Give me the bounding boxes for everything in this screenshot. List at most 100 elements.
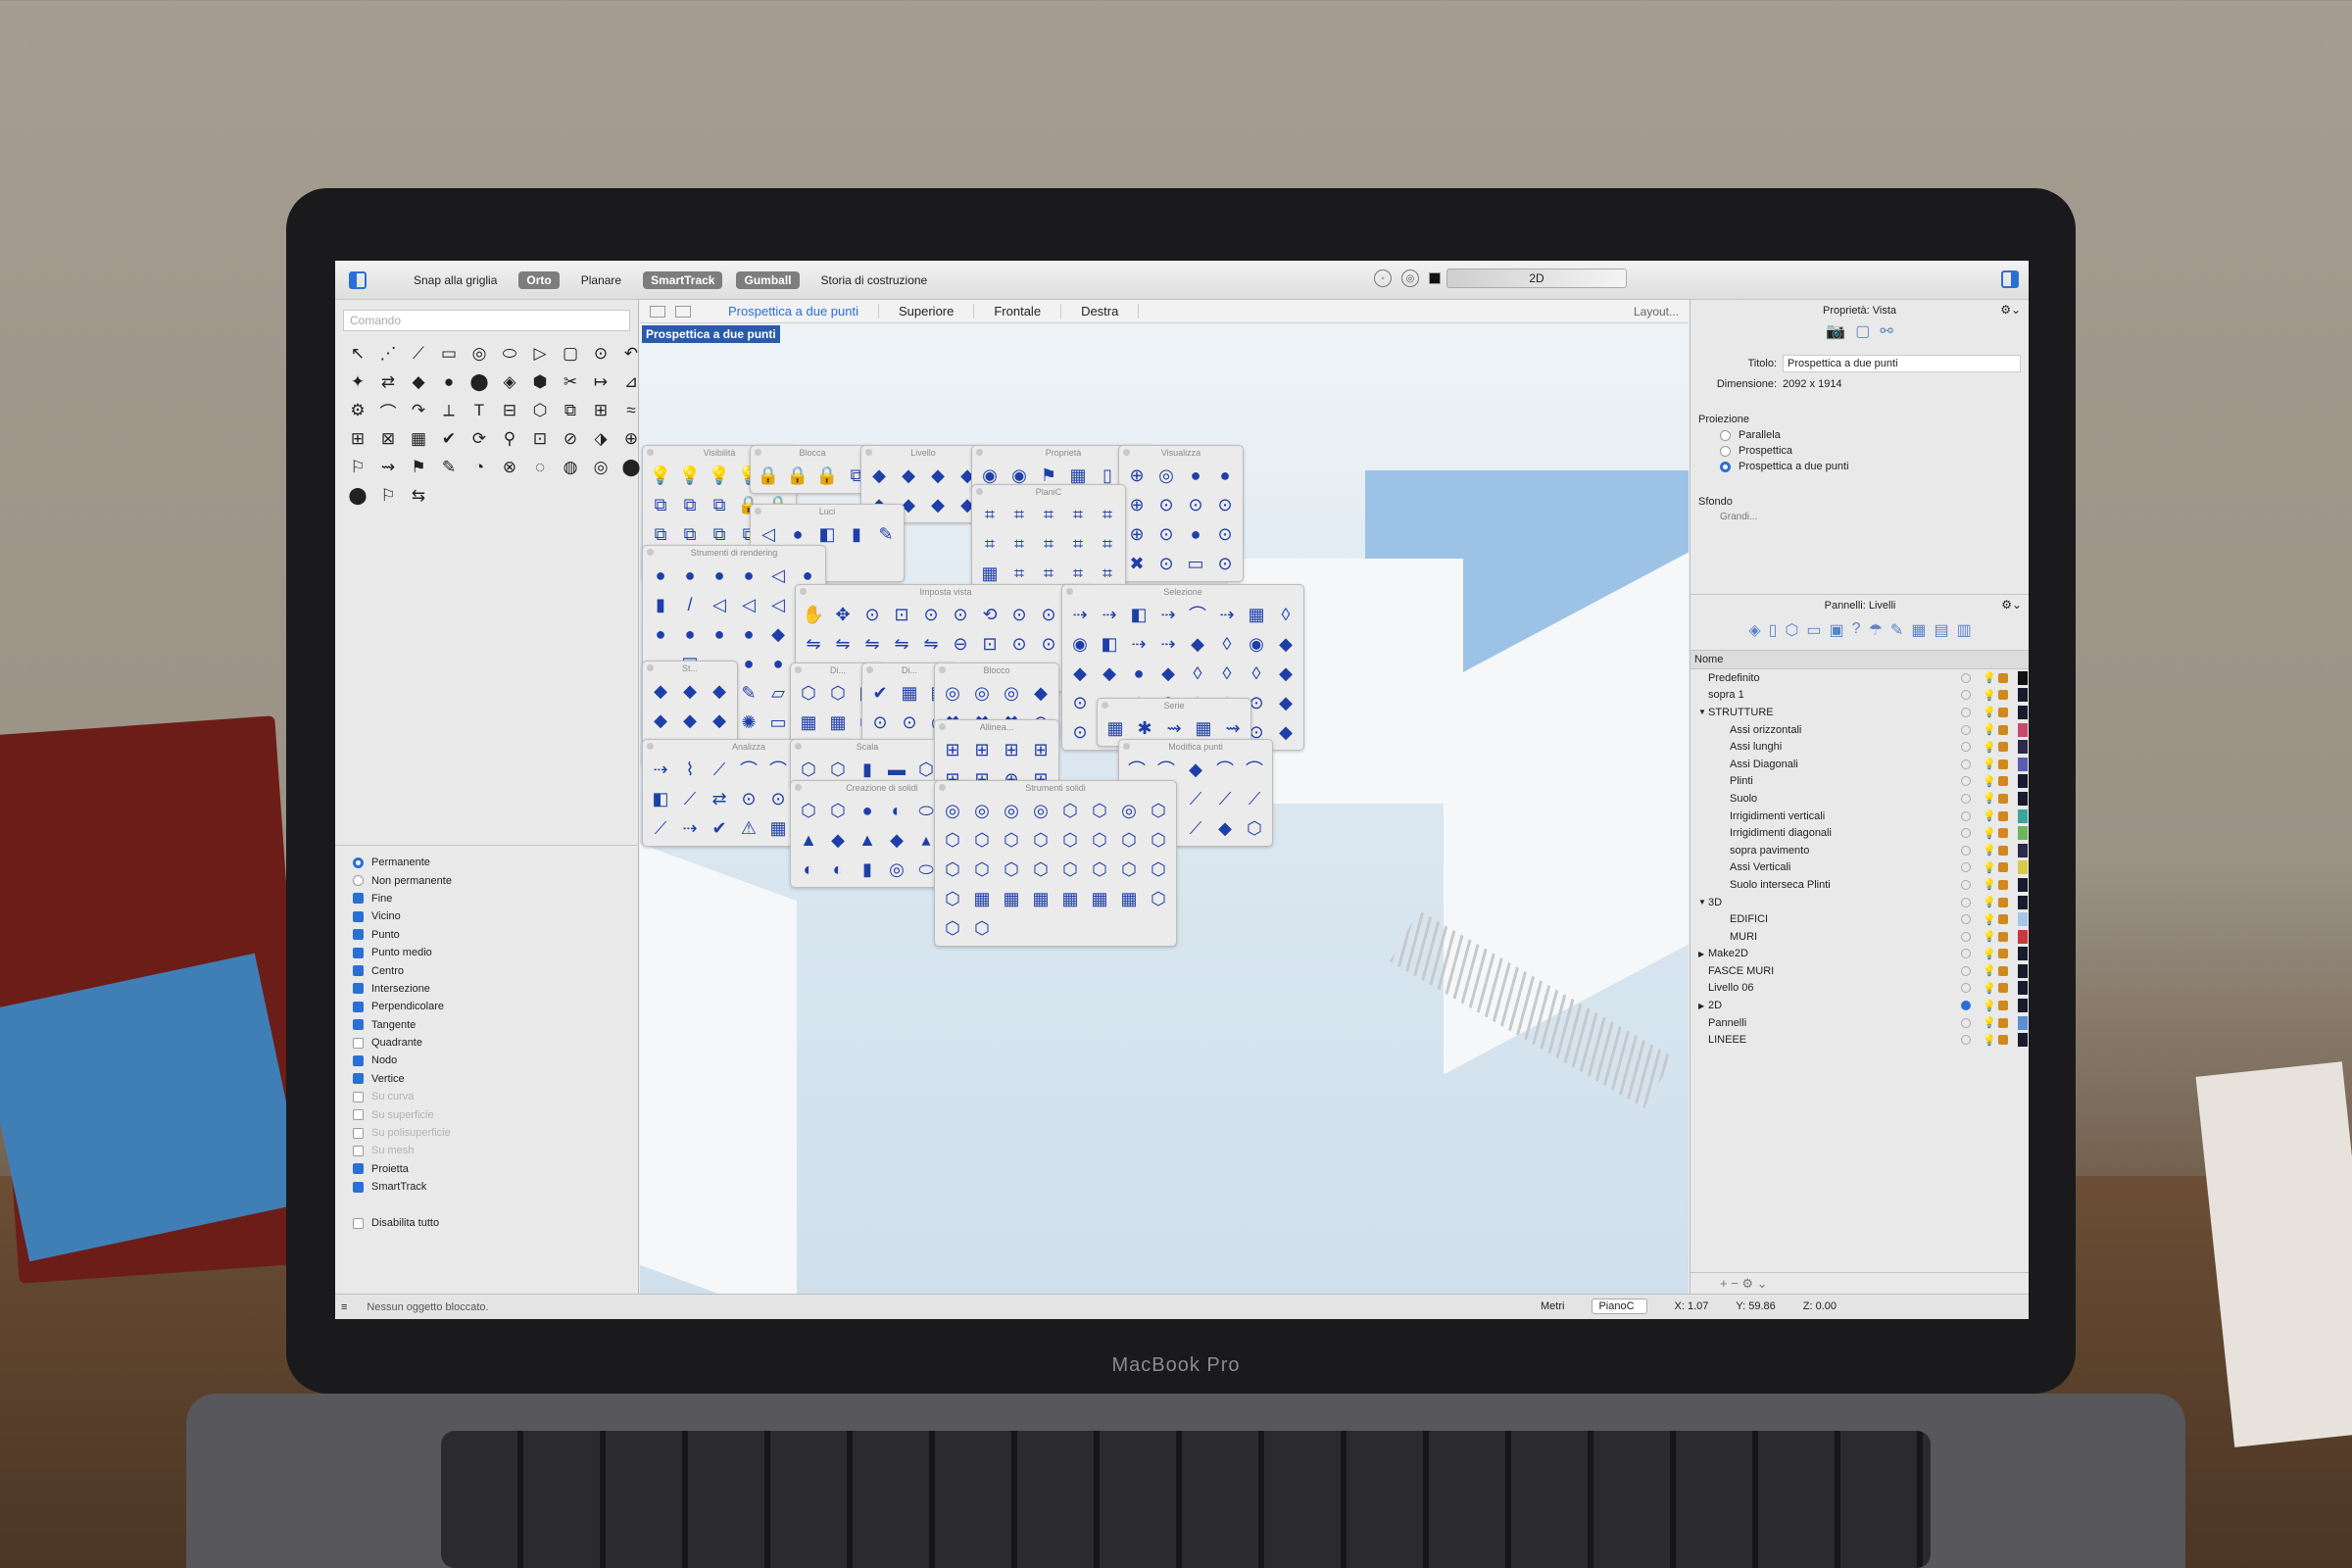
palette-tool-icon[interactable]: ⊙ bbox=[735, 785, 762, 812]
lock-icon[interactable] bbox=[1998, 742, 2008, 753]
palette-tool-icon[interactable]: ◊ bbox=[1184, 660, 1211, 687]
palette-tool-icon[interactable]: ⊖ bbox=[947, 630, 974, 658]
grid-view-icon[interactable] bbox=[650, 305, 665, 318]
tool-icon[interactable]: ↷ bbox=[406, 398, 431, 423]
tool-icon[interactable]: ⊟ bbox=[497, 398, 522, 423]
palette-tool-icon[interactable]: ⊕ bbox=[1123, 491, 1151, 518]
background-value[interactable]: Grandi... bbox=[1720, 512, 2029, 522]
lock-icon[interactable] bbox=[1998, 672, 2008, 683]
palette-tool-icon[interactable]: ⇢ bbox=[1154, 601, 1182, 628]
palette-tool-icon[interactable]: ▦ bbox=[1190, 714, 1217, 742]
layer-row[interactable]: Assi Verticali 💡 bbox=[1690, 859, 2029, 877]
current-layer-icon[interactable] bbox=[1961, 776, 1971, 787]
palette-tool-icon[interactable]: ◆ bbox=[924, 462, 952, 489]
palette-tool-icon[interactable]: ⬡ bbox=[1115, 856, 1143, 883]
gear-icon[interactable]: ⚙⌄ bbox=[2000, 303, 2021, 317]
palette-tool-icon[interactable]: ▦ bbox=[795, 709, 822, 736]
palette-tool-icon[interactable]: ⊙ bbox=[947, 601, 974, 628]
tool-icon[interactable]: ⬗ bbox=[588, 426, 613, 452]
palette-tool-icon[interactable]: ⇢ bbox=[1125, 630, 1152, 658]
palette-tool-icon[interactable]: ⇋ bbox=[800, 630, 827, 658]
lightbulb-icon[interactable]: 💡 bbox=[1983, 689, 1998, 702]
palette-tool-icon[interactable]: ⊞ bbox=[968, 736, 996, 763]
palette-tool-icon[interactable]: ▲ bbox=[854, 826, 881, 854]
layer-color-swatch[interactable] bbox=[2018, 912, 2028, 927]
tool-icon[interactable]: ⇝ bbox=[375, 455, 401, 480]
current-layer-icon[interactable] bbox=[1961, 828, 1971, 839]
palette-tool-icon[interactable]: ⬡ bbox=[968, 914, 996, 942]
palette-tool-icon[interactable]: ▭ bbox=[764, 709, 792, 736]
current-layer-icon[interactable] bbox=[1961, 690, 1971, 701]
current-layer-icon[interactable] bbox=[1961, 793, 1971, 804]
palette-tool-icon[interactable]: ⊞ bbox=[939, 736, 966, 763]
checkbox[interactable] bbox=[353, 1054, 364, 1066]
layer-row[interactable]: Predefinito 💡 bbox=[1690, 669, 2029, 687]
checkbox[interactable] bbox=[353, 1091, 364, 1102]
lightbulb-icon[interactable]: 💡 bbox=[1983, 758, 1998, 770]
tool-icon[interactable]: ⬤ bbox=[466, 369, 492, 395]
current-layer-icon[interactable] bbox=[1961, 810, 1971, 821]
palette-tool-icon[interactable]: ⟋ bbox=[706, 756, 733, 783]
lock-icon[interactable] bbox=[1998, 914, 2008, 925]
palette-tool-icon[interactable]: ⬡ bbox=[1145, 826, 1172, 854]
osnap-option[interactable]: Quadrante bbox=[353, 1034, 639, 1052]
osnap-option[interactable]: Proietta bbox=[353, 1160, 639, 1178]
palette-tool-icon[interactable]: ⬡ bbox=[824, 797, 852, 824]
palette-title[interactable]: St... bbox=[643, 662, 737, 675]
lightbulb-icon[interactable]: 💡 bbox=[1983, 741, 1998, 754]
palette-tool-icon[interactable]: ⌇ bbox=[676, 756, 704, 783]
current-layer-icon[interactable] bbox=[1961, 1017, 1971, 1028]
tool-icon[interactable]: ▦ bbox=[406, 426, 431, 452]
palette-tool-icon[interactable]: ⬡ bbox=[824, 679, 852, 707]
tool-icon[interactable]: ⬤ bbox=[345, 483, 370, 509]
palette-tool-icon[interactable]: ⇢ bbox=[1213, 601, 1241, 628]
palette-tool-icon[interactable]: ⬡ bbox=[1145, 797, 1172, 824]
palette-tool-icon[interactable]: ⌒ bbox=[764, 756, 792, 783]
display-icon[interactable]: ▣ bbox=[1830, 620, 1844, 640]
lightbulb-icon[interactable]: 💡 bbox=[1983, 671, 1998, 684]
palette-tool-icon[interactable]: ⬡ bbox=[998, 856, 1025, 883]
layer-color-swatch[interactable] bbox=[2018, 705, 2028, 719]
palette-title[interactable]: Modifica punti bbox=[1119, 740, 1272, 754]
palette-tool-icon[interactable]: ⊡ bbox=[976, 630, 1004, 658]
tool-icon[interactable]: ⊙ bbox=[588, 341, 613, 367]
palette-tool-icon[interactable]: ◆ bbox=[1272, 718, 1299, 746]
tool-icon[interactable]: ⇆ bbox=[406, 483, 431, 509]
current-layer-icon[interactable] bbox=[1961, 914, 1971, 925]
palette-tool-icon[interactable]: ◆ bbox=[1272, 660, 1299, 687]
palette-title[interactable]: Luci bbox=[751, 505, 904, 518]
lock-icon[interactable] bbox=[1998, 1035, 2008, 1046]
tool-icon[interactable]: ▢ bbox=[558, 341, 583, 367]
palette-tool-icon[interactable]: ● bbox=[676, 562, 704, 589]
palette-tool-icon[interactable]: ◆ bbox=[883, 826, 910, 854]
layer-color-swatch[interactable] bbox=[2018, 722, 2028, 737]
camera-icon[interactable]: 📷 bbox=[1826, 321, 1845, 341]
palette-tool-icon[interactable]: ▮ bbox=[843, 520, 870, 548]
current-layer-icon[interactable] bbox=[1961, 742, 1971, 753]
lock-icon[interactable] bbox=[1998, 759, 2008, 769]
layer-row[interactable]: Irrigidimenti verticali 💡 bbox=[1690, 808, 2029, 825]
current-layer-icon[interactable] bbox=[1961, 672, 1971, 683]
layer-color-swatch[interactable] bbox=[1429, 272, 1441, 284]
page-icon[interactable]: ▭ bbox=[1806, 620, 1821, 640]
current-layer-icon[interactable] bbox=[1961, 724, 1971, 735]
layers-footer[interactable]: + − ⚙ ⌄ bbox=[1690, 1272, 2029, 1294]
palette-tool-icon[interactable]: ⌒ bbox=[1152, 756, 1180, 783]
lightbulb-icon[interactable]: 💡 bbox=[1983, 964, 1998, 977]
layer-row[interactable]: LINEEE 💡 bbox=[1690, 1031, 2029, 1049]
palette-tool-icon[interactable]: ● bbox=[764, 650, 792, 677]
palette-tool-icon[interactable]: ⟋ bbox=[1182, 814, 1209, 842]
palette-tool-icon[interactable]: ▦ bbox=[764, 814, 792, 842]
help-icon[interactable]: ? bbox=[1852, 620, 1861, 640]
checkbox[interactable] bbox=[353, 1073, 364, 1085]
tool-icon[interactable]: ⊞ bbox=[345, 426, 370, 452]
palette-tool-icon[interactable]: ⬡ bbox=[1027, 856, 1054, 883]
palette-tool-icon[interactable]: ⬡ bbox=[939, 885, 966, 912]
lightbulb-icon[interactable]: 💡 bbox=[1983, 844, 1998, 857]
osnap-option[interactable]: Tangente bbox=[353, 1016, 639, 1034]
palette-tool-icon[interactable]: ⊞ bbox=[998, 736, 1025, 763]
link-icon[interactable]: ⚯ bbox=[1880, 321, 1892, 341]
palette-tool-icon[interactable]: ⇢ bbox=[1066, 601, 1094, 628]
checkbox[interactable] bbox=[353, 983, 364, 995]
palette-title[interactable]: Livello bbox=[861, 446, 985, 460]
